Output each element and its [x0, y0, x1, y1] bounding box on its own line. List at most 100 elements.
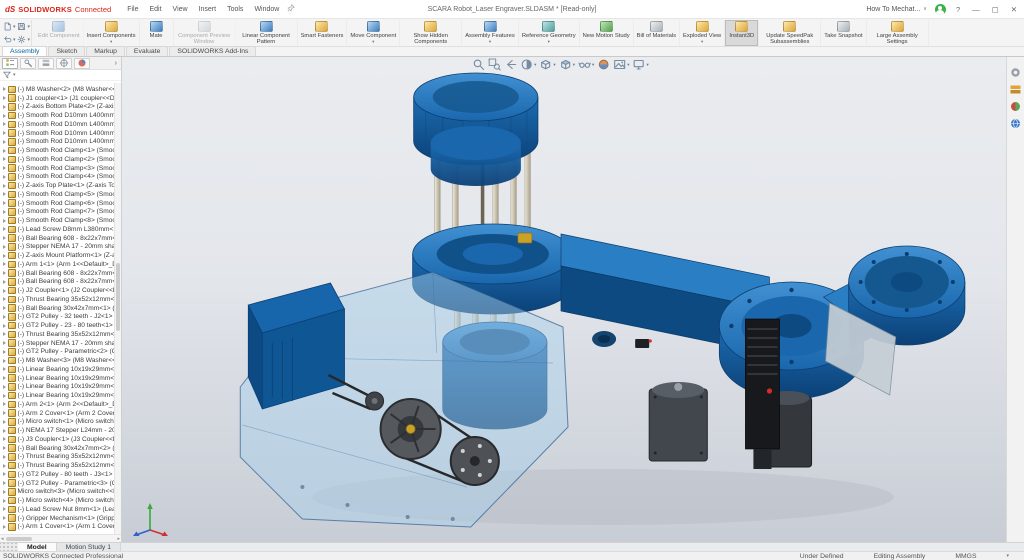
previous-view-button[interactable] [504, 58, 517, 71]
dimxpertmanager-tab[interactable] [56, 58, 72, 69]
display-style-button[interactable]: ▾ [559, 58, 575, 71]
expand-arrow-icon[interactable] [3, 385, 6, 389]
menu-tools[interactable]: Tools [227, 6, 243, 13]
tab-solidworks-add-ins[interactable]: SOLIDWORKS Add-Ins [169, 46, 256, 56]
tree-item[interactable]: (-) Linear Bearing 10x19x29mm<6> (Linear [0, 391, 114, 400]
tree-item[interactable]: (-) Ball Bearing 608 - 8x22x7mm<5> (Ball… [0, 269, 114, 278]
tab-assembly[interactable]: Assembly [2, 46, 47, 56]
reference-geometry-button[interactable]: Reference Geometry▾ [519, 20, 580, 46]
tree-item[interactable]: (-) Linear Bearing 10x19x29mm<3> (Linear [0, 383, 114, 392]
doc-tab-motion-study-1[interactable]: Motion Study 1 [57, 543, 121, 551]
dropdown-arrow-icon[interactable]: ▾ [372, 40, 374, 45]
view-settings-button[interactable]: ▾ [632, 58, 648, 71]
assembly-features-button[interactable]: Assembly Features▾ [462, 20, 519, 46]
tree-item[interactable]: (-) Lead Screw Nut 8mm<1> (Lead Screw N [0, 505, 114, 514]
expand-arrow-icon[interactable] [3, 446, 6, 450]
expand-arrow-icon[interactable] [3, 175, 6, 179]
expand-arrow-icon[interactable] [3, 114, 6, 118]
menu-insert[interactable]: Insert [199, 6, 217, 13]
close-button[interactable]: ✕ [1009, 5, 1019, 14]
expand-arrow-icon[interactable] [3, 411, 6, 415]
tree-item[interactable]: (-) Micro switch<1> (Micro switch<<Defau [0, 418, 114, 427]
expand-arrow-icon[interactable] [3, 376, 6, 380]
scroll-left-icon[interactable]: ◂ [1, 536, 4, 542]
scrollbar-thumb[interactable] [116, 263, 120, 331]
propertymanager-tab[interactable] [20, 58, 36, 69]
tree-item[interactable]: (-) Stepper NEMA 17 - 20mm shaft<2> (Ste [0, 243, 114, 252]
tree-item[interactable]: (-) J2 Coupler<1> (J2 Coupler<<Default>_… [0, 286, 114, 295]
help-button[interactable]: ? [954, 5, 962, 14]
expand-arrow-icon[interactable] [3, 437, 6, 441]
tree-item[interactable]: (-) M8 Washer<2> (M8 Washer<<Default>_ [0, 85, 114, 94]
featuremanager-tree-tab[interactable] [2, 58, 18, 69]
chevron-down-icon[interactable]: ▾ [13, 72, 16, 78]
expand-arrow-icon[interactable] [3, 122, 6, 126]
smart-fasteners-button[interactable]: Smart Fasteners [298, 20, 348, 46]
expand-arrow-icon[interactable] [3, 201, 6, 205]
status-mmgs[interactable]: MMGS [955, 553, 976, 560]
menu-view[interactable]: View [173, 6, 188, 13]
laser-module[interactable] [745, 319, 779, 469]
dropdown-arrow-icon[interactable]: ▾ [489, 40, 491, 45]
tree-item[interactable]: (-) GT2 Pulley - Parametric<2> (GT2 Pull… [0, 348, 114, 357]
tree-item[interactable]: (-) Smooth Rod Clamp<4> (Smooth Rod Cl [0, 173, 114, 182]
expand-arrow-icon[interactable] [3, 280, 6, 284]
expand-arrow-icon[interactable] [3, 499, 6, 503]
options-button[interactable]: ▾ [17, 35, 30, 44]
expand-arrow-icon[interactable] [3, 402, 6, 406]
doc-tab-model[interactable]: Model [18, 543, 57, 551]
tree-item[interactable]: (-) Smooth Rod D10mm L400mm<4> (Smo [0, 138, 114, 147]
apply-scene-button[interactable]: ▾ [613, 58, 629, 71]
tree-item[interactable]: (-) Arm 2<1> (Arm 2<<Default>_Display St [0, 400, 114, 409]
tree-item[interactable]: (-) Ball Bearing 608 - 8x22x7mm<6> (Ball… [0, 278, 114, 287]
tree-item[interactable]: (-) GT2 Pulley - 80 teeth - J3<1> (GT2 P… [0, 470, 114, 479]
tree-item[interactable]: (-) Smooth Rod Clamp<2> (Smooth Rod Cl [0, 155, 114, 164]
tab-evaluate[interactable]: Evaluate [126, 46, 168, 56]
configurationmanager-tab[interactable] [38, 58, 54, 69]
large-assembly-settings-button[interactable]: Large Assembly Settings [867, 20, 929, 46]
bill-of-materials-button[interactable]: Bill of Materials [634, 20, 680, 46]
minimize-button[interactable]: — [970, 5, 982, 14]
scara-robot-model[interactable] [122, 57, 1006, 542]
expand-arrow-icon[interactable] [3, 332, 6, 336]
tree-item[interactable]: (-) Linear Bearing 10x19x29mm<2> (Linear [0, 374, 114, 383]
expand-arrow-icon[interactable] [3, 210, 6, 214]
tree-item[interactable]: Micro switch<3> (Micro switch<<Default> [0, 488, 114, 497]
tree-item[interactable]: (-) Thrust Bearing 35x52x12mm<2> (Thrust [0, 330, 114, 339]
tree-item[interactable]: (-) Smooth Rod D10mm L400mm<2> (Smo [0, 120, 114, 129]
expand-arrow-icon[interactable] [3, 105, 6, 109]
appearances-scenes-button[interactable] [1009, 100, 1022, 113]
expand-arrow-icon[interactable] [3, 306, 6, 310]
tree-item[interactable]: (-) GT2 Pulley - 32 teeth - J2<1> (GT2 P… [0, 313, 114, 322]
tree-item[interactable]: (-) Smooth Rod Clamp<3> (Smooth Rod Cl [0, 164, 114, 173]
menu-window[interactable]: Window [254, 6, 279, 13]
tree-item[interactable]: (-) Ball Bearing 608 - 8x22x7mm<4> (Ball… [0, 234, 114, 243]
restore-button[interactable]: ▢ [990, 5, 1001, 14]
expand-arrow-icon[interactable] [3, 219, 6, 223]
tree-item[interactable]: (-) Smooth Rod Clamp<5> (Smooth Rod Cl [0, 190, 114, 199]
user-avatar[interactable] [935, 4, 946, 15]
linear-component-pattern-button[interactable]: Linear Component Pattern▾ [236, 20, 298, 46]
tree-item[interactable]: (-) Micro switch<4> (Micro switch<<Defau [0, 496, 114, 505]
expand-arrow-icon[interactable] [3, 149, 6, 153]
tree-item[interactable]: (-) Arm 2 Cover<1> (Arm 2 Cover<<Default [0, 409, 114, 418]
tab-sketch[interactable]: Sketch [48, 46, 85, 56]
pin-icon[interactable] [287, 4, 295, 14]
tree-item[interactable]: (-) Thrust Bearing 35x52x12mm<4> (Thrust [0, 461, 114, 470]
menu-edit[interactable]: Edit [149, 6, 161, 13]
task-pane-home-button[interactable] [1009, 66, 1022, 79]
expand-arrow-icon[interactable] [3, 297, 6, 301]
splitter-grip[interactable] [0, 543, 18, 551]
tree-item[interactable]: (-) Stepper NEMA 17 - 20mm shaft<3> (Ste [0, 339, 114, 348]
z-axis-top-plate[interactable] [414, 73, 538, 186]
units-dropdown-arrow-icon[interactable]: ▾ [1006, 553, 1009, 559]
take-snapshot-button[interactable]: Take Snapshot [821, 20, 866, 46]
expand-arrow-icon[interactable] [3, 140, 6, 144]
undo-button[interactable]: ▾ [3, 35, 16, 44]
dropdown-arrow-icon[interactable]: ▾ [701, 40, 703, 45]
tree-item[interactable]: (-) NEMA 17 Stepper L24mm - 20mm shaft [0, 426, 114, 435]
displaymanager-tab[interactable] [74, 58, 90, 69]
expand-arrow-icon[interactable] [3, 271, 6, 275]
expand-arrow-icon[interactable] [3, 192, 6, 196]
expand-arrow-icon[interactable] [3, 254, 6, 258]
